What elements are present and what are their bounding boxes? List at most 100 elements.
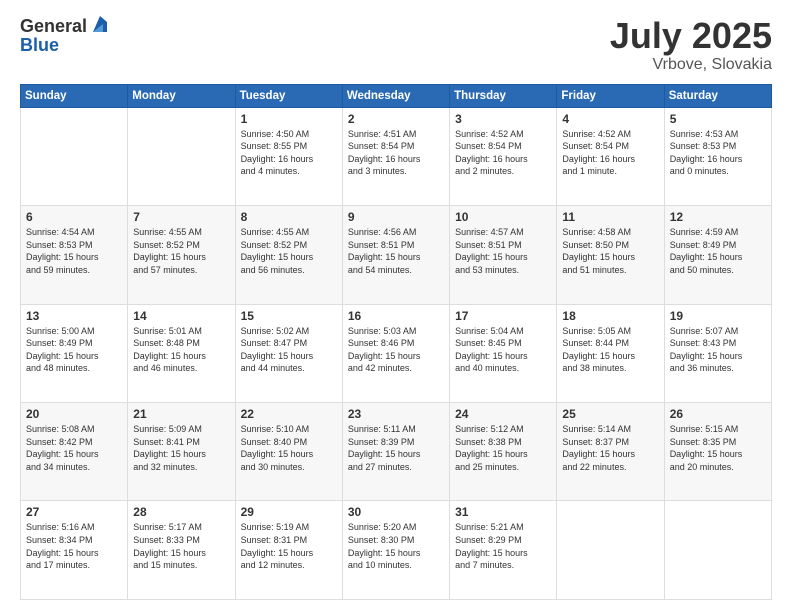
day-number: 11: [562, 210, 658, 224]
day-number: 12: [670, 210, 766, 224]
day-number: 13: [26, 309, 122, 323]
calendar-cell: 23 Sunrise: 5:11 AM Sunset: 8:39 PM Dayli…: [342, 403, 449, 501]
calendar-cell: 17Sunrise: 5:04 AM Sunset: 8:45 PM Dayli…: [450, 304, 557, 402]
calendar-cell: [128, 107, 235, 205]
calendar-cell: 2 Sunrise: 4:51 AM Sunset: 8:54 PM Daylig…: [342, 107, 449, 205]
day-number: 3: [455, 112, 551, 126]
day-info: Sunrise: 4:50 AM Sunset: 8:55 PM Dayligh…: [241, 128, 337, 178]
day-info: Sunrise: 4:57 AM Sunset: 8:51 PM Dayligh…: [455, 226, 551, 276]
calendar-cell: 22 Sunrise: 5:10 AM Sunset: 8:40 PM Dayli…: [235, 403, 342, 501]
day-number: 30: [348, 505, 444, 519]
col-monday: Monday: [128, 84, 235, 107]
logo-general-text: General: [20, 17, 87, 35]
day-info: Sunrise: 5:11 AM Sunset: 8:39 PM Dayligh…: [348, 423, 444, 473]
calendar-cell: 12 Sunrise: 4:59 AM Sunset: 8:49 PM Dayli…: [664, 206, 771, 304]
col-wednesday: Wednesday: [342, 84, 449, 107]
day-info: Sunrise: 5:04 AM Sunset: 8:45 PM Dayligh…: [455, 325, 551, 375]
calendar-cell: 7Sunrise: 4:55 AM Sunset: 8:52 PM Daylig…: [128, 206, 235, 304]
day-number: 20: [26, 407, 122, 421]
title-block: July 2025 Vrbove, Slovakia: [610, 16, 772, 74]
calendar-week-row: 1 Sunrise: 4:50 AM Sunset: 8:55 PM Daylig…: [21, 107, 772, 205]
day-info: Sunrise: 5:08 AM Sunset: 8:42 PM Dayligh…: [26, 423, 122, 473]
day-number: 16: [348, 309, 444, 323]
calendar-cell: 31 Sunrise: 5:21 AM Sunset: 8:29 PM Dayli…: [450, 501, 557, 600]
calendar-cell: 9 Sunrise: 4:56 AM Sunset: 8:51 PM Daylig…: [342, 206, 449, 304]
page: General Blue July 2025 Vrbove, Slovakia …: [0, 0, 792, 612]
day-number: 31: [455, 505, 551, 519]
calendar-cell: 1 Sunrise: 4:50 AM Sunset: 8:55 PM Daylig…: [235, 107, 342, 205]
calendar-cell: [557, 501, 664, 600]
col-sunday: Sunday: [21, 84, 128, 107]
calendar-cell: 30Sunrise: 5:20 AM Sunset: 8:30 PM Dayli…: [342, 501, 449, 600]
day-number: 4: [562, 112, 658, 126]
calendar-cell: 18 Sunrise: 5:05 AM Sunset: 8:44 PM Dayli…: [557, 304, 664, 402]
day-info: Sunrise: 5:07 AM Sunset: 8:43 PM Dayligh…: [670, 325, 766, 375]
day-number: 10: [455, 210, 551, 224]
day-number: 5: [670, 112, 766, 126]
calendar-cell: 25 Sunrise: 5:14 AM Sunset: 8:37 PM Dayli…: [557, 403, 664, 501]
header: General Blue July 2025 Vrbove, Slovakia: [20, 16, 772, 74]
calendar-cell: 11 Sunrise: 4:58 AM Sunset: 8:50 PM Dayli…: [557, 206, 664, 304]
day-info: Sunrise: 5:21 AM Sunset: 8:29 PM Dayligh…: [455, 521, 551, 571]
day-number: 1: [241, 112, 337, 126]
calendar-cell: 3Sunrise: 4:52 AM Sunset: 8:54 PM Daylig…: [450, 107, 557, 205]
day-number: 24: [455, 407, 551, 421]
day-info: Sunrise: 5:05 AM Sunset: 8:44 PM Dayligh…: [562, 325, 658, 375]
logo-blue-text: Blue: [20, 36, 59, 54]
day-info: Sunrise: 4:59 AM Sunset: 8:49 PM Dayligh…: [670, 226, 766, 276]
calendar-cell: 8Sunrise: 4:55 AM Sunset: 8:52 PM Daylig…: [235, 206, 342, 304]
day-info: Sunrise: 4:53 AM Sunset: 8:53 PM Dayligh…: [670, 128, 766, 178]
calendar-cell: 27Sunrise: 5:16 AM Sunset: 8:34 PM Dayli…: [21, 501, 128, 600]
calendar-title: July 2025: [610, 16, 772, 56]
day-number: 29: [241, 505, 337, 519]
day-info: Sunrise: 4:56 AM Sunset: 8:51 PM Dayligh…: [348, 226, 444, 276]
calendar-table: Sunday Monday Tuesday Wednesday Thursday…: [20, 84, 772, 600]
day-number: 9: [348, 210, 444, 224]
day-number: 7: [133, 210, 229, 224]
calendar-week-row: 13 Sunrise: 5:00 AM Sunset: 8:49 PM Dayli…: [21, 304, 772, 402]
calendar-location: Vrbove, Slovakia: [610, 56, 772, 74]
calendar-cell: 21Sunrise: 5:09 AM Sunset: 8:41 PM Dayli…: [128, 403, 235, 501]
day-info: Sunrise: 5:14 AM Sunset: 8:37 PM Dayligh…: [562, 423, 658, 473]
calendar-cell: 20 Sunrise: 5:08 AM Sunset: 8:42 PM Dayli…: [21, 403, 128, 501]
calendar-cell: 10 Sunrise: 4:57 AM Sunset: 8:51 PM Dayli…: [450, 206, 557, 304]
day-info: Sunrise: 5:10 AM Sunset: 8:40 PM Dayligh…: [241, 423, 337, 473]
day-number: 6: [26, 210, 122, 224]
day-number: 25: [562, 407, 658, 421]
day-number: 26: [670, 407, 766, 421]
calendar-header-row: Sunday Monday Tuesday Wednesday Thursday…: [21, 84, 772, 107]
day-number: 2: [348, 112, 444, 126]
calendar-cell: 26Sunrise: 5:15 AM Sunset: 8:35 PM Dayli…: [664, 403, 771, 501]
day-number: 19: [670, 309, 766, 323]
calendar-week-row: 6 Sunrise: 4:54 AM Sunset: 8:53 PM Daylig…: [21, 206, 772, 304]
calendar-cell: [21, 107, 128, 205]
day-info: Sunrise: 4:51 AM Sunset: 8:54 PM Dayligh…: [348, 128, 444, 178]
day-info: Sunrise: 4:52 AM Sunset: 8:54 PM Dayligh…: [562, 128, 658, 178]
logo: General Blue: [20, 16, 111, 54]
calendar-cell: [664, 501, 771, 600]
day-info: Sunrise: 5:00 AM Sunset: 8:49 PM Dayligh…: [26, 325, 122, 375]
col-saturday: Saturday: [664, 84, 771, 107]
day-info: Sunrise: 4:55 AM Sunset: 8:52 PM Dayligh…: [241, 226, 337, 276]
calendar-cell: 5 Sunrise: 4:53 AM Sunset: 8:53 PM Daylig…: [664, 107, 771, 205]
day-number: 22: [241, 407, 337, 421]
day-number: 14: [133, 309, 229, 323]
day-number: 28: [133, 505, 229, 519]
logo-icon: [89, 14, 111, 36]
day-info: Sunrise: 5:03 AM Sunset: 8:46 PM Dayligh…: [348, 325, 444, 375]
day-info: Sunrise: 4:54 AM Sunset: 8:53 PM Dayligh…: [26, 226, 122, 276]
calendar-cell: 14Sunrise: 5:01 AM Sunset: 8:48 PM Dayli…: [128, 304, 235, 402]
calendar-cell: 4 Sunrise: 4:52 AM Sunset: 8:54 PM Daylig…: [557, 107, 664, 205]
day-number: 21: [133, 407, 229, 421]
day-info: Sunrise: 4:58 AM Sunset: 8:50 PM Dayligh…: [562, 226, 658, 276]
calendar-cell: 19 Sunrise: 5:07 AM Sunset: 8:43 PM Dayli…: [664, 304, 771, 402]
day-number: 23: [348, 407, 444, 421]
col-friday: Friday: [557, 84, 664, 107]
day-number: 27: [26, 505, 122, 519]
day-number: 18: [562, 309, 658, 323]
calendar-cell: 29 Sunrise: 5:19 AM Sunset: 8:31 PM Dayli…: [235, 501, 342, 600]
day-info: Sunrise: 5:19 AM Sunset: 8:31 PM Dayligh…: [241, 521, 337, 571]
col-thursday: Thursday: [450, 84, 557, 107]
calendar-week-row: 20 Sunrise: 5:08 AM Sunset: 8:42 PM Dayli…: [21, 403, 772, 501]
calendar-cell: 13 Sunrise: 5:00 AM Sunset: 8:49 PM Dayli…: [21, 304, 128, 402]
